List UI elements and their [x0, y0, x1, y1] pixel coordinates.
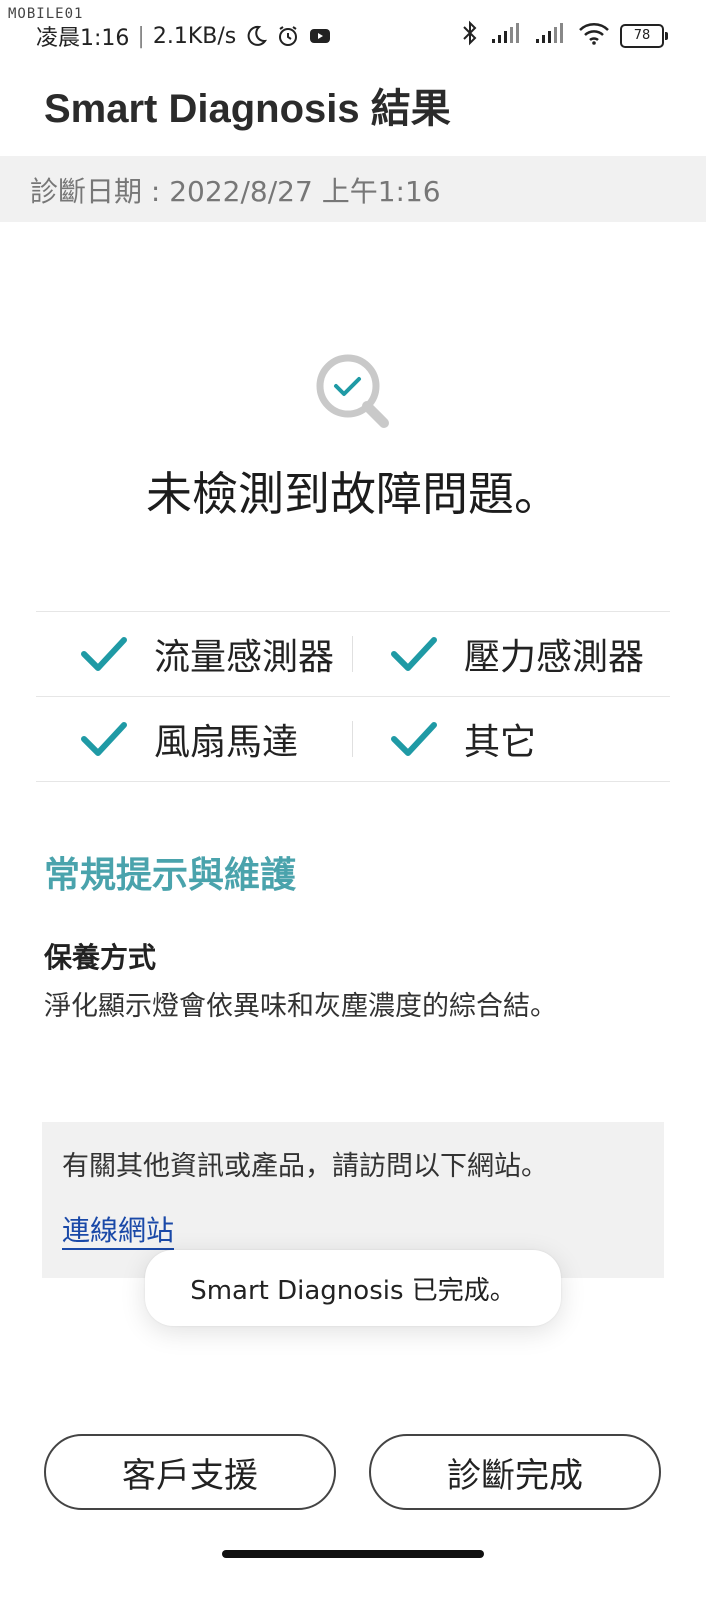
cell-divider	[352, 636, 353, 672]
status-separator: |	[137, 23, 145, 49]
cell-divider	[352, 721, 353, 757]
signal-icon	[536, 23, 563, 43]
check-icon	[391, 637, 437, 671]
checks-grid: 流量感測器 壓力感測器 風扇馬達 其它	[36, 611, 670, 782]
status-right	[460, 20, 610, 46]
checks-row: 流量感測器 壓力感測器	[36, 611, 670, 696]
moon-icon	[247, 25, 268, 46]
status-time: 凌晨1:16	[36, 26, 130, 51]
check-item-fan-motor: 風扇馬達	[80, 697, 298, 781]
page-title: Smart Diagnosis 結果	[44, 87, 451, 131]
magnifier-check-icon	[316, 354, 389, 428]
check-item-label: 壓力感測器	[464, 637, 645, 678]
care-text: 淨化顯示燈會依異味和灰塵濃度的綜合結。	[44, 991, 557, 1022]
check-item-label: 風扇馬達	[154, 722, 299, 763]
check-item-other: 其它	[390, 697, 536, 781]
alarm-icon	[279, 26, 298, 46]
diagnosis-date: 診斷日期 : 2022/8/27 上午1:16	[30, 175, 441, 208]
youtube-icon	[310, 29, 331, 43]
signal-icon	[492, 23, 519, 43]
info-text: 有關其他資訊或產品，請訪問以下網站。	[62, 1151, 548, 1182]
check-item-pressure-sensor: 壓力感測器	[390, 612, 644, 696]
website-link[interactable]: 連線網站	[62, 1214, 175, 1250]
customer-support-button[interactable]: 客戶支援	[44, 1434, 336, 1510]
check-icon	[81, 722, 127, 756]
battery-icon: 78	[620, 24, 668, 48]
diagnosis-date-bar: 診斷日期 : 2022/8/27 上午1:16	[0, 156, 706, 222]
status-net-speed: 2.1KB/s	[152, 23, 237, 49]
check-item-flow-sensor: 流量感測器	[80, 612, 334, 696]
result-message: 未檢測到故障問題。	[146, 467, 560, 521]
care-title: 保養方式	[44, 941, 157, 974]
tips-title: 常規提示與維護	[44, 855, 297, 896]
diagnosis-done-button[interactable]: 診斷完成	[369, 1434, 661, 1510]
bluetooth-icon	[463, 20, 477, 46]
home-indicator[interactable]	[222, 1550, 484, 1558]
wifi-icon	[579, 23, 609, 45]
status-bar: MOBILE01 凌晨1:16 | 2.1KB/s 78	[0, 0, 720, 70]
toast-message: Smart Diagnosis 已完成。	[145, 1250, 561, 1326]
check-icon	[391, 722, 437, 756]
app-screen: MOBILE01 凌晨1:16 | 2.1KB/s 78 Smart Diagn…	[0, 0, 720, 1600]
check-icon	[81, 637, 127, 671]
status-left: 凌晨1:16 | 2.1KB/s	[36, 20, 332, 52]
check-item-label: 流量感測器	[154, 637, 335, 678]
checks-row: 風扇馬達 其它	[36, 696, 670, 782]
check-item-label: 其它	[464, 722, 537, 763]
